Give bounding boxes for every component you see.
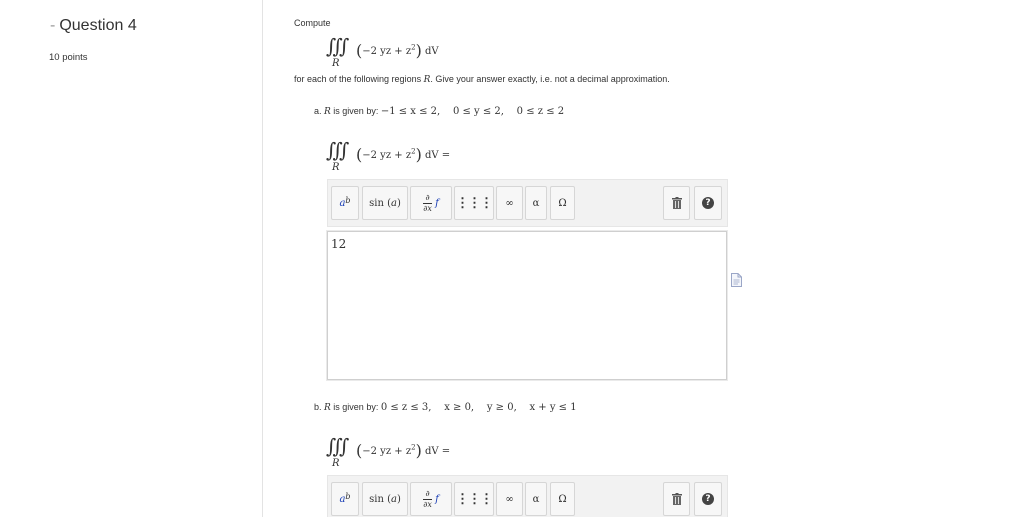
omega-button[interactable]: Ω <box>550 482 575 516</box>
matrix-button[interactable]: ⋮⋮⋮ <box>454 186 494 220</box>
infinity-button[interactable]: ∞ <box>496 186 523 220</box>
matrix-icon: ⋮⋮⋮ <box>456 491 493 507</box>
trash-icon <box>671 493 682 505</box>
question-dash: - <box>50 17 56 34</box>
integrand: (−2 yz + z2) dV <box>356 39 439 60</box>
part-b-bounds: 0 ≤ z ≤ 3, x ≥ 0, y ≥ 0, x + y ≤ 1 <box>380 402 577 413</box>
triple-integral-symbol: ∭ <box>326 34 350 58</box>
instruction-suffix: . Give your answer exactly, i.e. not a d… <box>430 74 670 84</box>
help-icon: ? <box>702 493 714 505</box>
paren-close: ) <box>415 41 422 60</box>
derivative-fraction: ∂ ∂x <box>423 193 432 214</box>
integrand: (−2 yz + z2) dV = <box>356 439 451 460</box>
paren-open: ( <box>356 145 363 164</box>
matrix-button[interactable]: ⋮⋮⋮ <box>454 482 494 516</box>
integrand: (−2 yz + z2) dV = <box>356 143 451 164</box>
sin-button[interactable]: sin (a) <box>362 186 408 220</box>
integrand-expr: −2 yz + z <box>362 46 412 57</box>
power-exp: b <box>345 195 351 205</box>
part-b-region: R <box>324 403 331 413</box>
sin-label: sin <box>369 493 384 505</box>
alpha-icon: α <box>532 197 540 209</box>
integrand-exponent: 2 <box>411 43 416 52</box>
omega-button[interactable]: Ω <box>550 186 575 220</box>
triple-integral-symbol: ∭ <box>326 138 350 162</box>
clear-button[interactable] <box>663 186 690 220</box>
question-title: - Question 4 <box>50 17 137 35</box>
math-toolbar-a: ab sin (a) ∂ ∂x f ⋮⋮⋮ ∞ α Ω ? <box>327 179 728 227</box>
question-title-text: Question 4 <box>59 17 137 34</box>
part-a-given: is given by: <box>330 106 381 116</box>
part-a-label: a. <box>314 106 325 116</box>
infinity-icon: ∞ <box>505 493 514 505</box>
instruction-text: for each of the following regions R. Giv… <box>294 74 670 85</box>
clear-button[interactable] <box>663 482 690 516</box>
derivative-button[interactable]: ∂ ∂x f <box>410 186 452 220</box>
question-sidebar: - Question 4 10 points <box>0 0 263 517</box>
paren-close: ) <box>415 441 422 460</box>
equals-sign: = <box>438 150 451 161</box>
help-button[interactable]: ? <box>694 482 722 516</box>
part-b-prompt: b. R is given by: 0 ≤ z ≤ 3, x ≥ 0, y ≥ … <box>314 402 577 413</box>
alpha-icon: α <box>532 493 540 505</box>
infinity-button[interactable]: ∞ <box>496 482 523 516</box>
compute-label: Compute <box>294 18 331 28</box>
omega-icon: Ω <box>558 493 567 505</box>
matrix-icon: ⋮⋮⋮ <box>456 195 493 211</box>
differential: dV <box>421 46 439 57</box>
question-points: 10 points <box>49 52 88 63</box>
equals-sign: = <box>438 446 451 457</box>
triple-integral-symbol: ∭ <box>326 434 350 458</box>
integral-region: R <box>332 58 340 69</box>
derivative-f: f <box>435 197 439 209</box>
alpha-button[interactable]: α <box>525 186 547 220</box>
power-button[interactable]: ab <box>331 482 359 516</box>
derivative-top: ∂ <box>425 192 430 202</box>
power-button[interactable]: ab <box>331 186 359 220</box>
answer-input-a[interactable]: 12 <box>327 231 727 380</box>
main-integral: ∭ (−2 yz + z2) dV R <box>326 34 446 70</box>
instruction-prefix: for each of the following regions <box>294 74 424 84</box>
part-b-given: is given by: <box>330 402 381 412</box>
infinity-icon: ∞ <box>505 197 514 209</box>
integrand-expr: −2 yz + z <box>362 446 412 457</box>
math-toolbar-b: ab sin (a) ∂ ∂x f ⋮⋮⋮ ∞ α Ω ? <box>327 475 728 517</box>
differential: dV <box>421 150 439 161</box>
integrand-expr: −2 yz + z <box>362 150 412 161</box>
part-b-label: b. <box>314 402 325 412</box>
paren-open: ( <box>356 441 363 460</box>
integrand-exponent: 2 <box>411 147 416 156</box>
paren-open: ( <box>356 41 363 60</box>
paren-close: ) <box>415 145 422 164</box>
part-a-prompt: a. R is given by: −1 ≤ x ≤ 2, 0 ≤ y ≤ 2,… <box>314 106 564 117</box>
sin-arg: a <box>391 197 397 209</box>
help-button[interactable]: ? <box>694 186 722 220</box>
power-exp: b <box>345 491 351 501</box>
derivative-button[interactable]: ∂ ∂x f <box>410 482 452 516</box>
part-a-integral: ∭ (−2 yz + z2) dV = R <box>326 138 466 174</box>
part-a-bounds: −1 ≤ x ≤ 2, 0 ≤ y ≤ 2, 0 ≤ z ≤ 2 <box>380 106 565 117</box>
derivative-fraction: ∂ ∂x <box>423 489 432 510</box>
derivative-bottom: ∂x <box>423 202 432 213</box>
integral-region: R <box>332 162 340 173</box>
sin-button[interactable]: sin (a) <box>362 482 408 516</box>
sin-arg: a <box>391 493 397 505</box>
help-icon: ? <box>702 197 714 209</box>
derivative-f: f <box>435 493 439 505</box>
part-b-integral: ∭ (−2 yz + z2) dV = R <box>326 434 466 470</box>
integral-region: R <box>332 458 340 469</box>
part-a-region: R <box>324 107 331 117</box>
omega-icon: Ω <box>558 197 567 209</box>
differential: dV <box>421 446 439 457</box>
alpha-button[interactable]: α <box>525 482 547 516</box>
derivative-bottom: ∂x <box>423 498 432 509</box>
sin-label: sin <box>369 197 384 209</box>
derivative-top: ∂ <box>425 488 430 498</box>
integrand-exponent: 2 <box>411 443 416 452</box>
document-icon[interactable] <box>731 273 742 287</box>
answer-value-a: 12 <box>331 237 347 251</box>
trash-icon <box>671 197 682 209</box>
